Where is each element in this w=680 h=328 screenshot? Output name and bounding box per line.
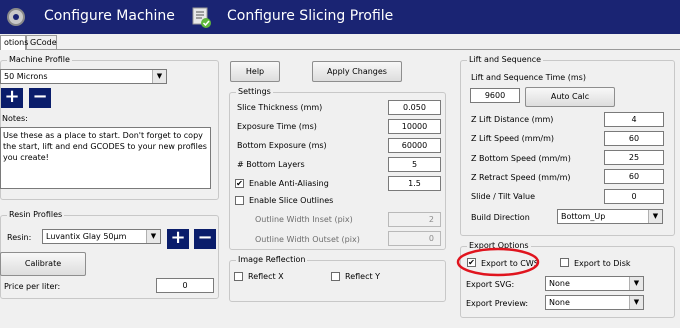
chevron-down-icon: ▼ <box>146 230 160 243</box>
help-button[interactable]: Help <box>230 61 280 82</box>
remove-resin-button[interactable]: − <box>194 229 216 249</box>
resin-label: Resin: <box>7 233 32 242</box>
bottom-layers-label: # Bottom Layers <box>237 160 305 169</box>
settings-legend: Settings <box>236 87 273 96</box>
reflect-x-checkbox[interactable] <box>234 272 243 281</box>
bottom-exposure-label: Bottom Exposure (ms) <box>237 141 327 150</box>
price-per-liter-label: Price per liter: <box>4 282 61 291</box>
slicing-profile-icon <box>192 7 211 28</box>
highlight-circle-annotation <box>456 247 540 277</box>
build-direction-select[interactable]: Bottom_Up ▼ <box>557 209 663 224</box>
machine-profile-value: 50 Microns <box>4 72 48 81</box>
add-machine-profile-button[interactable]: + <box>1 88 23 108</box>
lift-sequence-time-input[interactable]: 9600 <box>470 88 520 103</box>
outline-outset-input: 0 <box>388 231 441 246</box>
export-svg-value: None <box>549 279 570 288</box>
outline-outset-label: Outline Width Outset (pix) <box>255 235 360 244</box>
bottom-exposure-input[interactable]: 60000 <box>388 138 441 153</box>
z-lift-speed-label: Z Lift Speed (mm/m) <box>471 134 554 143</box>
z-bottom-speed-label: Z Bottom Speed (mm/m) <box>471 154 571 163</box>
machine-profile-legend: Machine Profile <box>7 55 72 64</box>
export-preview-label: Export Preview: <box>466 299 529 308</box>
anti-aliasing-label: Enable Anti-Aliasing <box>249 179 329 188</box>
outline-inset-label: Outline Width Inset (pix) <box>255 215 353 224</box>
export-svg-label: Export SVG: <box>466 280 515 289</box>
tab-options[interactable]: otions <box>0 35 28 50</box>
exposure-time-label: Exposure Time (ms) <box>237 122 317 131</box>
chevron-down-icon: ▼ <box>629 277 643 290</box>
machine-gear-icon <box>7 8 25 26</box>
slice-outlines-checkbox[interactable] <box>235 196 244 205</box>
notes-textarea[interactable]: Use these as a place to start. Don't for… <box>0 127 211 189</box>
outline-inset-input: 2 <box>388 212 441 227</box>
remove-machine-profile-button[interactable]: − <box>29 88 51 108</box>
chevron-down-icon: ▼ <box>629 296 643 309</box>
z-lift-distance-input[interactable]: 4 <box>604 112 664 127</box>
resin-profiles-legend: Resin Profiles <box>7 210 65 219</box>
z-retract-speed-input[interactable]: 60 <box>604 169 664 184</box>
notes-label: Notes: <box>2 114 28 123</box>
configure-machine-tab[interactable]: Configure Machine <box>44 8 175 24</box>
reflect-x-label: Reflect X <box>248 272 284 281</box>
resin-value: Luvantix Glay 50µm <box>46 232 127 241</box>
z-bottom-speed-input[interactable]: 25 <box>604 150 664 165</box>
build-direction-value: Bottom_Up <box>561 212 606 221</box>
export-disk-label: Export to Disk <box>574 259 631 268</box>
lift-sequence-legend: Lift and Sequence <box>467 55 544 64</box>
tab-gcode[interactable]: GCode <box>26 35 57 50</box>
export-preview-value: None <box>549 298 570 307</box>
apply-changes-button[interactable]: Apply Changes <box>312 61 402 82</box>
resin-select[interactable]: Luvantix Glay 50µm ▼ <box>42 229 161 244</box>
build-direction-label: Build Direction <box>471 213 530 222</box>
calibrate-button[interactable]: Calibrate <box>0 252 86 276</box>
slide-tilt-label: Slide / Tilt Value <box>471 192 536 201</box>
export-svg-select[interactable]: None ▼ <box>545 276 644 291</box>
add-resin-button[interactable]: + <box>167 229 189 249</box>
tab-divider <box>0 49 680 50</box>
machine-profile-select[interactable]: 50 Microns ▼ <box>0 69 167 84</box>
slice-thickness-input[interactable]: 0.050 <box>388 100 441 115</box>
exposure-time-input[interactable]: 10000 <box>388 119 441 134</box>
bottom-layers-input[interactable]: 5 <box>388 157 441 172</box>
anti-aliasing-checkbox[interactable]: ✔ <box>235 179 244 188</box>
configure-slicing-profile-tab[interactable]: Configure Slicing Profile <box>227 8 393 24</box>
chevron-down-icon: ▼ <box>648 210 662 223</box>
image-reflection-legend: Image Reflection <box>236 255 308 264</box>
lift-sequence-time-label: Lift and Sequence Time (ms) <box>471 73 586 82</box>
chevron-down-icon: ▼ <box>152 70 166 83</box>
export-disk-checkbox[interactable] <box>560 258 569 267</box>
reflect-y-checkbox[interactable] <box>331 272 340 281</box>
z-retract-speed-label: Z Retract Speed (mm/m) <box>471 173 571 182</box>
slide-tilt-input[interactable]: 0 <box>604 189 664 204</box>
slice-outlines-label: Enable Slice Outlines <box>249 196 334 205</box>
slice-thickness-label: Slice Thickness (mm) <box>237 103 323 112</box>
z-lift-distance-label: Z Lift Distance (mm) <box>471 115 554 124</box>
anti-aliasing-input[interactable]: 1.5 <box>388 176 441 191</box>
reflect-y-label: Reflect Y <box>345 272 381 281</box>
title-banner: Configure Machine Configure Slicing Prof… <box>0 0 680 34</box>
z-lift-speed-input[interactable]: 60 <box>604 131 664 146</box>
auto-calc-button[interactable]: Auto Calc <box>525 87 615 107</box>
price-per-liter-input[interactable]: 0 <box>156 278 214 293</box>
export-preview-select[interactable]: None ▼ <box>545 295 644 310</box>
